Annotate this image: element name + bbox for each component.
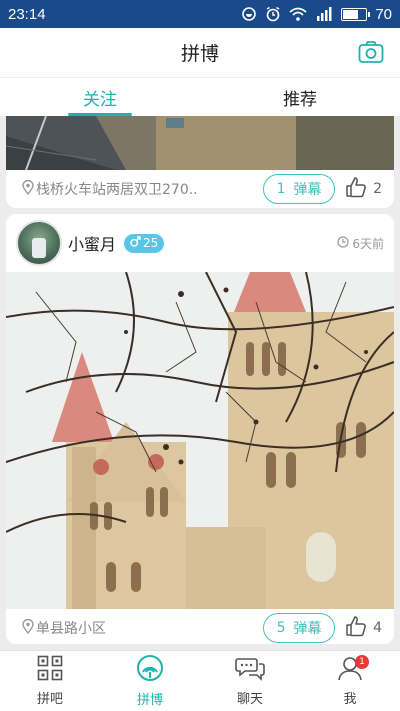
danmu-button[interactable]: 1 弹幕 <box>263 174 336 204</box>
dnd-icon <box>241 6 257 22</box>
danmu-label: 弹幕 <box>293 182 322 198</box>
status-time: 23:14 <box>8 5 46 23</box>
wifi-icon <box>289 7 307 21</box>
notification-badge: 1 <box>355 655 369 669</box>
thumbs-up-icon <box>345 176 367 202</box>
nav-label: 我 <box>343 692 357 707</box>
post-location: 栈桥火车站两居双卫270.. <box>22 179 198 199</box>
post-photo[interactable] <box>6 272 394 609</box>
location-text: 栈桥火车站两居双卫270.. <box>36 182 198 198</box>
signal-icon <box>136 654 164 686</box>
app-header: 拼博 <box>0 28 400 78</box>
post-user-row: 小蜜月 25 6天前 <box>6 214 394 272</box>
tab-recommended[interactable]: 推荐 <box>200 78 400 116</box>
nav-label: 拼吧 <box>36 692 63 707</box>
location-pin-icon <box>22 618 34 638</box>
location-text: 单县路小区 <box>36 621 106 637</box>
tab-following[interactable]: 关注 <box>0 78 200 116</box>
battery-percent: 70 <box>375 5 392 23</box>
nav-label: 聊天 <box>236 692 263 707</box>
signal-bars-icon <box>315 7 333 21</box>
nav-chat[interactable]: 聊天 <box>200 651 300 711</box>
nav-pinbo[interactable]: 拼博 <box>100 651 200 711</box>
like-button[interactable]: 2 <box>345 176 382 202</box>
danmu-button[interactable]: 5 弹幕 <box>263 613 336 643</box>
nav-me[interactable]: 1 我 <box>300 651 400 711</box>
post-card[interactable]: 栈桥火车站两居双卫270.. 1 弹幕 2 <box>6 116 394 208</box>
post-card[interactable]: 小蜜月 25 6天前 单县路小区 5 弹幕 4 <box>6 214 394 644</box>
feed-tabs: 关注 推荐 <box>0 78 400 116</box>
post-footer: 单县路小区 5 弹幕 4 <box>6 609 394 644</box>
nav-pinba[interactable]: 拼吧 <box>0 651 100 711</box>
post-location: 单县路小区 <box>22 618 106 638</box>
danmu-label: 弹幕 <box>293 621 322 637</box>
location-pin-icon <box>22 179 34 199</box>
clock-icon <box>337 235 349 251</box>
username[interactable]: 小蜜月 <box>68 231 116 255</box>
user-age: 25 <box>143 236 159 250</box>
gender-age-badge: 25 <box>124 233 165 253</box>
post-photo[interactable] <box>6 116 394 171</box>
danmu-count: 5 <box>276 620 286 636</box>
time-ago-text: 6天前 <box>352 236 384 251</box>
bottom-nav: 拼吧 拼博 聊天 1 我 <box>0 650 400 711</box>
page-title: 拼博 <box>180 43 219 65</box>
battery-icon <box>341 7 371 21</box>
like-count: 4 <box>373 620 382 636</box>
grid-icon <box>37 655 63 685</box>
male-icon <box>130 236 141 250</box>
thumbs-up-icon <box>345 615 367 641</box>
avatar[interactable] <box>16 220 62 266</box>
like-button[interactable]: 4 <box>345 615 382 641</box>
status-bar: 23:14 70 <box>0 0 400 28</box>
post-footer: 栈桥火车站两居双卫270.. 1 弹幕 2 <box>6 170 394 208</box>
like-count: 2 <box>373 181 382 197</box>
post-time: 6天前 <box>337 235 384 252</box>
alarm-icon <box>265 6 281 22</box>
nav-label: 拼博 <box>136 693 163 708</box>
camera-icon[interactable] <box>358 40 384 68</box>
danmu-count: 1 <box>276 181 286 197</box>
chat-icon <box>235 655 265 685</box>
